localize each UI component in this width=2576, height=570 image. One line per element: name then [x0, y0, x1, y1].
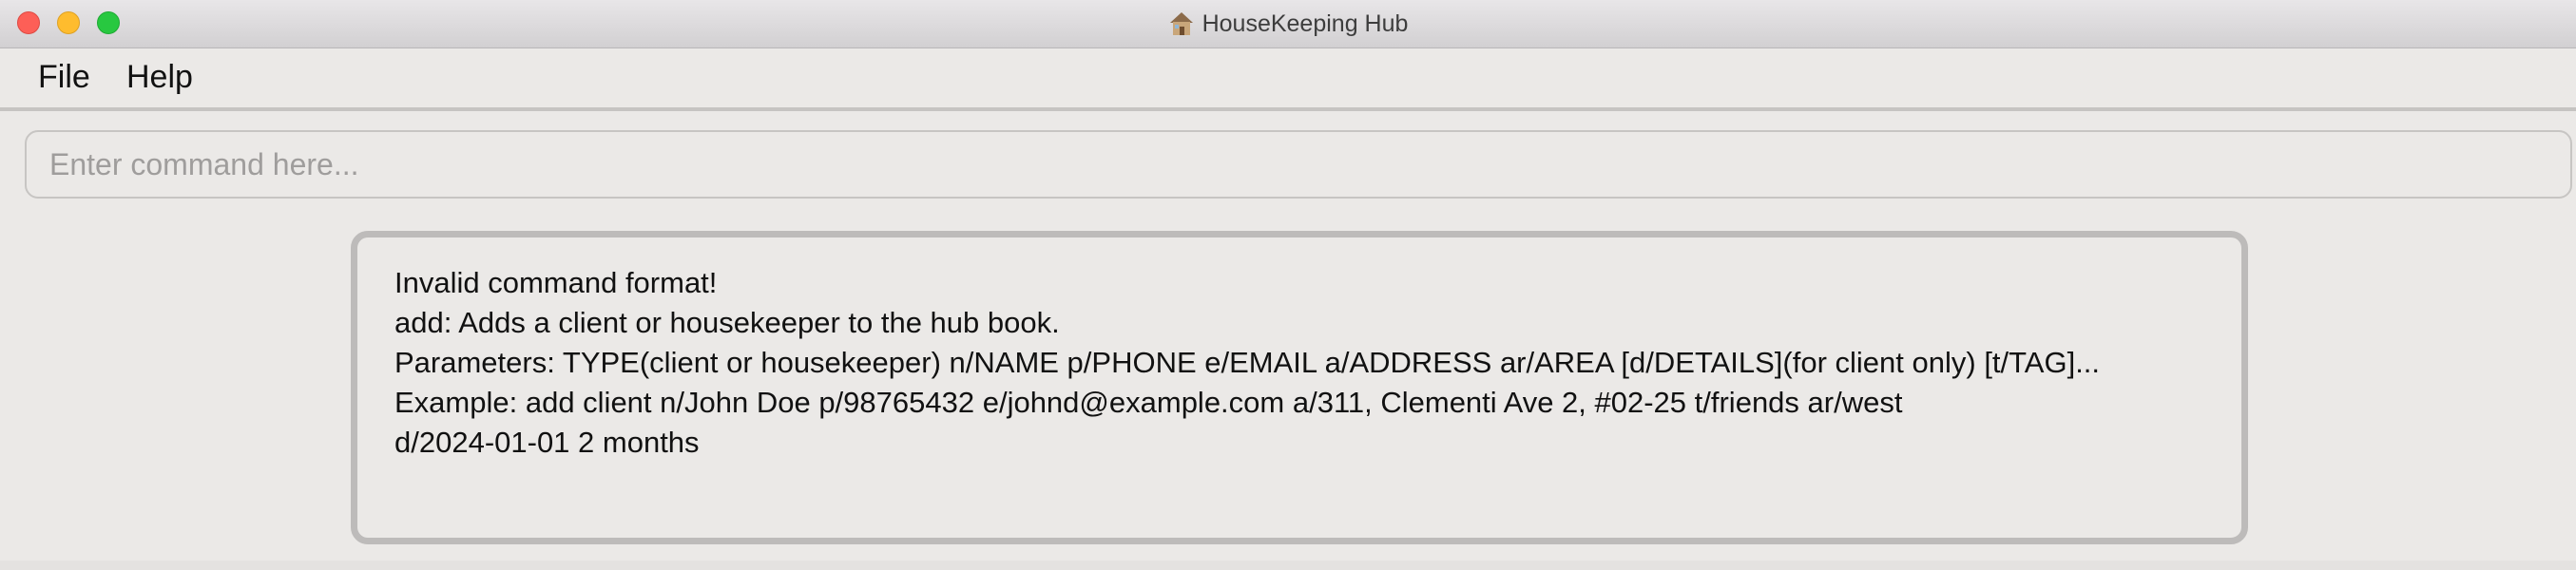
result-line-error: Invalid command format! — [394, 266, 718, 299]
result-line-example-continued: d/2024-01-01 2 months — [394, 426, 700, 459]
house-icon — [1169, 12, 1193, 35]
window-title: HouseKeeping Hub — [1201, 10, 1409, 37]
menu-help[interactable]: Help — [126, 59, 193, 96]
result-line-parameters: Parameters: TYPE(client or housekeeper) … — [394, 346, 2101, 379]
result-line-usage: add: Adds a client or housekeeper to the… — [394, 306, 1060, 339]
menu-file[interactable]: File — [38, 59, 90, 96]
menu-bar: File Help — [0, 48, 2576, 111]
status-strip — [0, 560, 2576, 570]
app-window: HouseKeeping Hub File Help Invalid comma… — [0, 0, 2576, 570]
title-area: HouseKeeping Hub — [0, 0, 2576, 48]
result-display[interactable]: Invalid command format! add: Adds a clie… — [351, 231, 2248, 544]
title-bar[interactable]: HouseKeeping Hub — [0, 0, 2576, 48]
result-line-example: Example: add client n/John Doe p/9876543… — [394, 386, 1903, 419]
command-input[interactable] — [25, 130, 2572, 199]
